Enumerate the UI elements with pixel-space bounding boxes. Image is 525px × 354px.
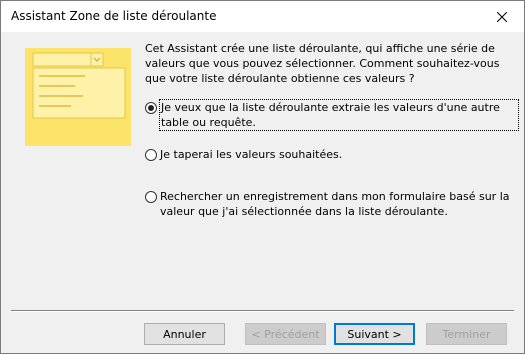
- radio-button[interactable]: [145, 191, 157, 203]
- wizard-description: Cet Assistant crée une liste déroulante,…: [145, 42, 500, 85]
- radio-button-selected[interactable]: [145, 102, 157, 114]
- close-button[interactable]: [479, 1, 524, 32]
- close-icon: [496, 11, 507, 22]
- option-from-table[interactable]: Je veux que la liste déroulante extraie …: [145, 99, 519, 131]
- previous-button[interactable]: < Précédent: [245, 323, 326, 345]
- cancel-button[interactable]: Annuler: [144, 323, 225, 345]
- option-label[interactable]: Rechercher un enregistrement dans mon fo…: [160, 189, 516, 219]
- finish-button[interactable]: Terminer: [426, 323, 507, 345]
- window-title: Assistant Zone de liste déroulante: [11, 9, 217, 23]
- wizard-dialog: Assistant Zone de liste déroulante Cet A…: [0, 0, 525, 354]
- next-button[interactable]: Suivant >: [334, 323, 415, 345]
- option-label[interactable]: Je taperai les valeurs souhaitées.: [160, 147, 342, 162]
- option-type-values[interactable]: Je taperai les valeurs souhaitées.: [145, 147, 342, 162]
- option-label[interactable]: Je veux que la liste déroulante extraie …: [159, 99, 519, 131]
- radio-button[interactable]: [145, 149, 157, 161]
- combo-box-illustration: [25, 48, 131, 146]
- title-bar: Assistant Zone de liste déroulante: [1, 1, 524, 32]
- option-find-record[interactable]: Rechercher un enregistrement dans mon fo…: [145, 189, 516, 219]
- separator: [11, 310, 514, 312]
